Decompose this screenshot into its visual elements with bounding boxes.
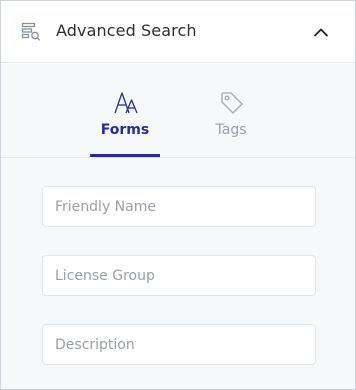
tag-icon xyxy=(219,90,245,116)
advanced-search-panel: Advanced Search Forms Tags Friendly Name… xyxy=(0,0,356,390)
panel-title: Advanced Search xyxy=(56,21,197,40)
tab-forms[interactable]: Forms xyxy=(90,64,160,158)
panel-content: Forms Tags xyxy=(1,64,355,389)
font-icon xyxy=(113,90,139,116)
description-input[interactable] xyxy=(42,324,316,365)
panel-header[interactable]: Advanced Search xyxy=(1,1,355,63)
friendly-name-input[interactable] xyxy=(42,186,316,227)
tab-tags[interactable]: Tags xyxy=(196,64,266,158)
search-list-icon xyxy=(21,22,41,42)
tab-forms-label: Forms xyxy=(100,122,150,138)
license-group-input[interactable] xyxy=(42,255,316,296)
tab-bar: Forms Tags xyxy=(1,64,355,158)
collapse-button[interactable] xyxy=(307,18,335,46)
chevron-up-icon xyxy=(314,28,328,37)
active-tab-indicator xyxy=(90,154,160,157)
tab-tags-label: Tags xyxy=(215,122,247,138)
